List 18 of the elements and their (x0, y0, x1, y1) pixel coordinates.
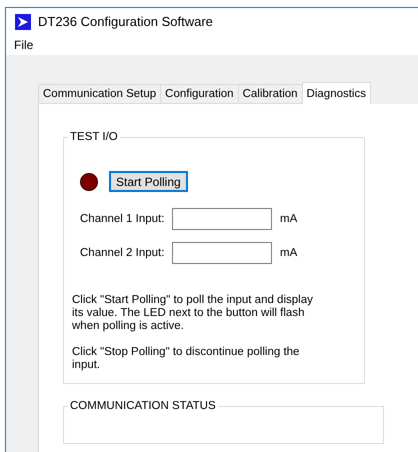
app-logo-icon (15, 14, 31, 30)
tab[interactable]: Diagnostics (302, 82, 371, 104)
group-title: COMMUNICATION STATUS (69, 400, 217, 412)
help-text: Click "Stop Polling" to discontinue polling the input. (72, 346, 300, 372)
help-text: Click "Start Polling" to poll the input and display its value. The LED next to the button will flash when polling is active. (72, 294, 314, 333)
unit-label: mA (280, 213, 298, 225)
tab[interactable]: Configuration (160, 84, 239, 104)
channel-label: Channel 2 Input: (80, 247, 166, 259)
input-field[interactable] (172, 242, 272, 264)
start-polling-button[interactable]: Start Polling (109, 171, 188, 192)
menu-item[interactable]: File (14, 38, 34, 52)
window-title: DT236 Configuration Software (38, 14, 213, 29)
group-title: TEST I/O (69, 131, 119, 143)
input-field[interactable] (172, 208, 272, 230)
tab[interactable]: Calibration (238, 84, 303, 104)
channel-label: Channel 1 Input: (80, 213, 166, 225)
unit-label: mA (280, 247, 298, 259)
tab[interactable]: Communication Setup (38, 84, 162, 104)
